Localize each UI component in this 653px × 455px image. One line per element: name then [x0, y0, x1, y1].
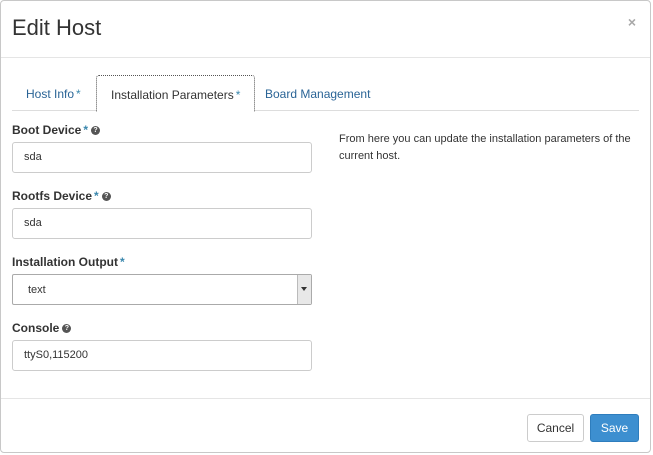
modal-footer: Cancel Save [1, 398, 650, 454]
installation-output-label-text: Installation Output [12, 255, 118, 269]
required-mark: * [235, 88, 241, 102]
tab-board-management-label: Board Management [265, 87, 371, 101]
rootfs-device-label: Rootfs Device *? [12, 189, 111, 203]
tab-installation-parameters[interactable]: Installation Parameters * [96, 75, 256, 112]
console-label: Console? [12, 321, 72, 335]
rootfs-device-input[interactable]: sda [12, 208, 312, 239]
cancel-button[interactable]: Cancel [527, 414, 584, 442]
rootfs-device-label-text: Rootfs Device [12, 189, 93, 203]
required-mark: * [94, 189, 99, 203]
installation-output-label: Installation Output * [12, 255, 125, 269]
installation-output-value: text [28, 284, 46, 296]
required-mark: * [76, 87, 81, 101]
tab-bar: Host Info * Installation Parameters * Boar… [12, 75, 639, 112]
console-label-text: Console [12, 321, 60, 335]
installation-output-select[interactable]: text [12, 274, 312, 305]
boot-device-input[interactable]: sda [12, 142, 312, 173]
tab-installation-parameters-label: Installation Parameters [111, 88, 234, 102]
chevron-down-icon [301, 287, 307, 291]
boot-device-label-text: Boot Device [12, 123, 82, 137]
tab-host-info-label: Host Info [26, 87, 75, 101]
required-mark: * [120, 255, 125, 269]
save-button[interactable]: Save [590, 414, 639, 442]
modal-title: Edit Host [12, 15, 102, 40]
close-icon[interactable]: × [628, 14, 636, 30]
tab-board-management[interactable]: Board Management [251, 75, 384, 111]
help-description: From here you can update the installatio… [339, 133, 631, 162]
console-input[interactable]: ttyS0,115200 [12, 340, 312, 371]
question-circle-icon[interactable]: ? [101, 192, 111, 202]
edit-host-modal: Edit Host × Host Info * Installation Para… [0, 0, 651, 453]
modal-header: Edit Host × [1, 1, 650, 58]
boot-device-label: Boot Device *? [12, 123, 101, 137]
question-circle-icon[interactable]: ? [62, 324, 72, 334]
tab-host-info[interactable]: Host Info * [12, 75, 95, 111]
question-circle-icon[interactable]: ? [91, 126, 101, 136]
required-mark: * [83, 123, 89, 137]
dropdown-button[interactable] [297, 275, 311, 304]
